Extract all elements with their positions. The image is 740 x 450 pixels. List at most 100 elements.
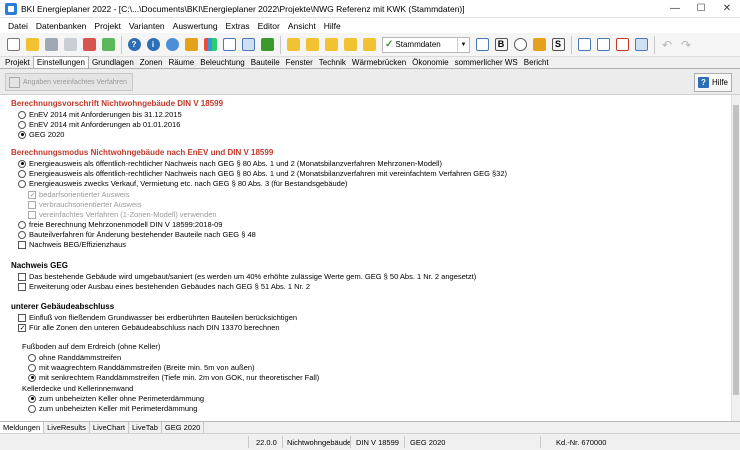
checkbox-verbrauchsorientiert[interactable]: verbrauchsorientierter Ausweis — [28, 200, 142, 209]
checkbox[interactable] — [28, 190, 36, 199]
close-button[interactable]: ✕ — [714, 0, 740, 18]
menu-datenbanken[interactable]: Datenbanken — [32, 21, 91, 31]
variant-button-1[interactable] — [284, 36, 302, 54]
radio-button[interactable] — [28, 394, 36, 403]
radio-modus-vereinfacht[interactable]: Energieausweis als öffentlich-rechtliche… — [18, 169, 507, 178]
zoom-button[interactable] — [511, 36, 529, 54]
menu-extras[interactable]: Extras — [222, 21, 254, 31]
menu-ansicht[interactable]: Ansicht — [284, 21, 320, 31]
checkbox-din-13370[interactable]: Für alle Zonen den unteren Gebäudeabschl… — [18, 323, 280, 332]
minimize-button[interactable]: — — [662, 0, 688, 18]
menu-hilfe[interactable]: Hilfe — [320, 21, 345, 31]
menu-datei[interactable]: Datei — [4, 21, 32, 31]
undo-button[interactable]: ↶ — [658, 36, 676, 54]
checkbox[interactable] — [18, 272, 26, 281]
tab-technik[interactable]: Technik — [316, 57, 349, 68]
variant-button-3[interactable] — [322, 36, 340, 54]
radio-enev-2015[interactable]: EnEV 2014 mit Anforderungen bis 31.12.20… — [18, 110, 182, 119]
simplified-procedure-button[interactable]: Angaben vereinfachtes Verfahren — [5, 73, 133, 91]
checkbox-ein-zonen-modell[interactable]: vereinfachtes Verfahren (1-Zonen-Modell)… — [28, 210, 217, 219]
checkbox[interactable] — [28, 210, 36, 219]
layout-button-1[interactable] — [575, 36, 593, 54]
refresh-button[interactable] — [99, 36, 117, 54]
menu-editor[interactable]: Editor — [254, 21, 284, 31]
checkbox[interactable] — [18, 313, 26, 322]
tab-livechart[interactable]: LiveChart — [90, 422, 130, 433]
radio-button[interactable] — [18, 130, 26, 139]
radio-button[interactable] — [18, 220, 26, 229]
radio-bauteilverfahren[interactable]: Bauteilverfahren für Änderung bestehende… — [18, 230, 256, 239]
bold-button[interactable]: B — [492, 36, 510, 54]
redo-button[interactable]: ↷ — [677, 36, 695, 54]
save-button[interactable] — [42, 36, 60, 54]
tab-geg-2020[interactable]: GEG 2020 — [162, 422, 205, 433]
layout-button-3[interactable] — [613, 36, 631, 54]
radio-button[interactable] — [28, 404, 36, 413]
tab-bauteile[interactable]: Bauteile — [248, 57, 283, 68]
checkbox-erweiterung-ausbau[interactable]: Erweiterung oder Ausbau eines bestehende… — [18, 282, 310, 291]
radio-button[interactable] — [28, 373, 36, 382]
tab-oekonomie[interactable]: Ökonomie — [409, 57, 451, 68]
checkbox-grundwasser[interactable]: Einfluß von fließendem Grundwasser bei e… — [18, 313, 297, 322]
radio-button[interactable] — [18, 110, 26, 119]
tab-sommerlicher-ws[interactable]: sommerlicher WS — [452, 57, 521, 68]
help-button[interactable]: ? Hilfe — [694, 73, 732, 92]
variant-button-5[interactable] — [360, 36, 378, 54]
radio-keller-mit-perimeter[interactable]: zum unbeheizten Keller mit Perimeterdämm… — [28, 404, 197, 413]
s-button[interactable]: S — [549, 36, 567, 54]
radio-button[interactable] — [18, 159, 26, 168]
radio-button[interactable] — [18, 169, 26, 178]
layout-button-2[interactable] — [594, 36, 612, 54]
table-button[interactable] — [220, 36, 238, 54]
tab-waermebruecken[interactable]: Wärmebrücken — [349, 57, 409, 68]
radio-button[interactable] — [28, 363, 36, 372]
globe-button[interactable] — [163, 36, 181, 54]
house-button[interactable] — [530, 36, 548, 54]
radio-button[interactable] — [18, 179, 26, 188]
tab-grundlagen[interactable]: Grundlagen — [89, 57, 137, 68]
radio-geg-2020[interactable]: GEG 2020 — [18, 130, 64, 139]
checkbox-umbau-saniert[interactable]: Das bestehende Gebäude wird umgebaut/san… — [18, 272, 476, 281]
checkbox-beg-effizienzhaus[interactable]: Nachweis BEG/Effizienzhaus — [18, 240, 126, 249]
flag-button[interactable] — [258, 36, 276, 54]
tab-beleuchtung[interactable]: Beleuchtung — [197, 57, 247, 68]
export-button[interactable] — [80, 36, 98, 54]
tab-fenster[interactable]: Fenster — [283, 57, 316, 68]
bar-chart-button[interactable] — [201, 36, 219, 54]
menu-projekt[interactable]: Projekt — [90, 21, 124, 31]
radio-modus-mehrzonen[interactable]: Energieausweis als öffentlich-rechtliche… — [18, 159, 442, 168]
tab-zonen[interactable]: Zonen — [137, 57, 166, 68]
radio-waagrechter-randdaemmstreifen[interactable]: mit waagrechtem Randdämmstreifen (Breite… — [28, 363, 255, 372]
maximize-button[interactable]: ☐ — [688, 0, 714, 18]
save-as-button[interactable] — [61, 36, 79, 54]
tab-einstellungen[interactable]: Einstellungen — [32, 56, 89, 68]
checkbox[interactable] — [18, 240, 26, 249]
grid-button[interactable] — [239, 36, 257, 54]
tools-button[interactable] — [182, 36, 200, 54]
radio-button[interactable] — [28, 353, 36, 362]
tab-livetab[interactable]: LiveTab — [129, 422, 162, 433]
tab-projekt[interactable]: Projekt — [2, 57, 33, 68]
layout-button-4[interactable] — [632, 36, 650, 54]
radio-modus-verkauf[interactable]: Energieausweis zwecks Verkauf, Vermietun… — [18, 179, 348, 188]
menu-auswertung[interactable]: Auswertung — [169, 21, 222, 31]
variant-button-4[interactable] — [341, 36, 359, 54]
radio-freie-berechnung[interactable]: freie Berechnung Mehrzonenmodell DIN V 1… — [18, 220, 222, 229]
radio-button[interactable] — [18, 230, 26, 239]
radio-senkrechter-randdaemmstreifen[interactable]: mit senkrechtem Randdämmstreifen (Tiefe … — [28, 373, 319, 382]
tab-meldungen[interactable]: Meldungen — [0, 422, 45, 433]
radio-enev-2016[interactable]: EnEV 2014 mit Anforderungen ab 01.01.201… — [18, 120, 180, 129]
radio-button[interactable] — [18, 120, 26, 129]
tab-liveresults[interactable]: LiveResults — [44, 422, 90, 433]
variant-button-2[interactable] — [303, 36, 321, 54]
menu-varianten[interactable]: Varianten — [125, 21, 169, 31]
checkbox[interactable] — [28, 200, 36, 209]
new-file-button[interactable] — [4, 36, 22, 54]
radio-ohne-randdaemmstreifen[interactable]: ohne Randdämmstreifen — [28, 353, 121, 362]
checkbox[interactable] — [18, 323, 26, 332]
tab-raeume[interactable]: Räume — [165, 57, 197, 68]
radio-keller-ohne-perimeter[interactable]: zum unbeheizten Keller ohne Perimeterdäm… — [28, 394, 204, 403]
vertical-scrollbar[interactable] — [731, 95, 740, 421]
help-toolbar-button[interactable]: ? — [125, 36, 143, 54]
info-toolbar-button[interactable]: i — [144, 36, 162, 54]
